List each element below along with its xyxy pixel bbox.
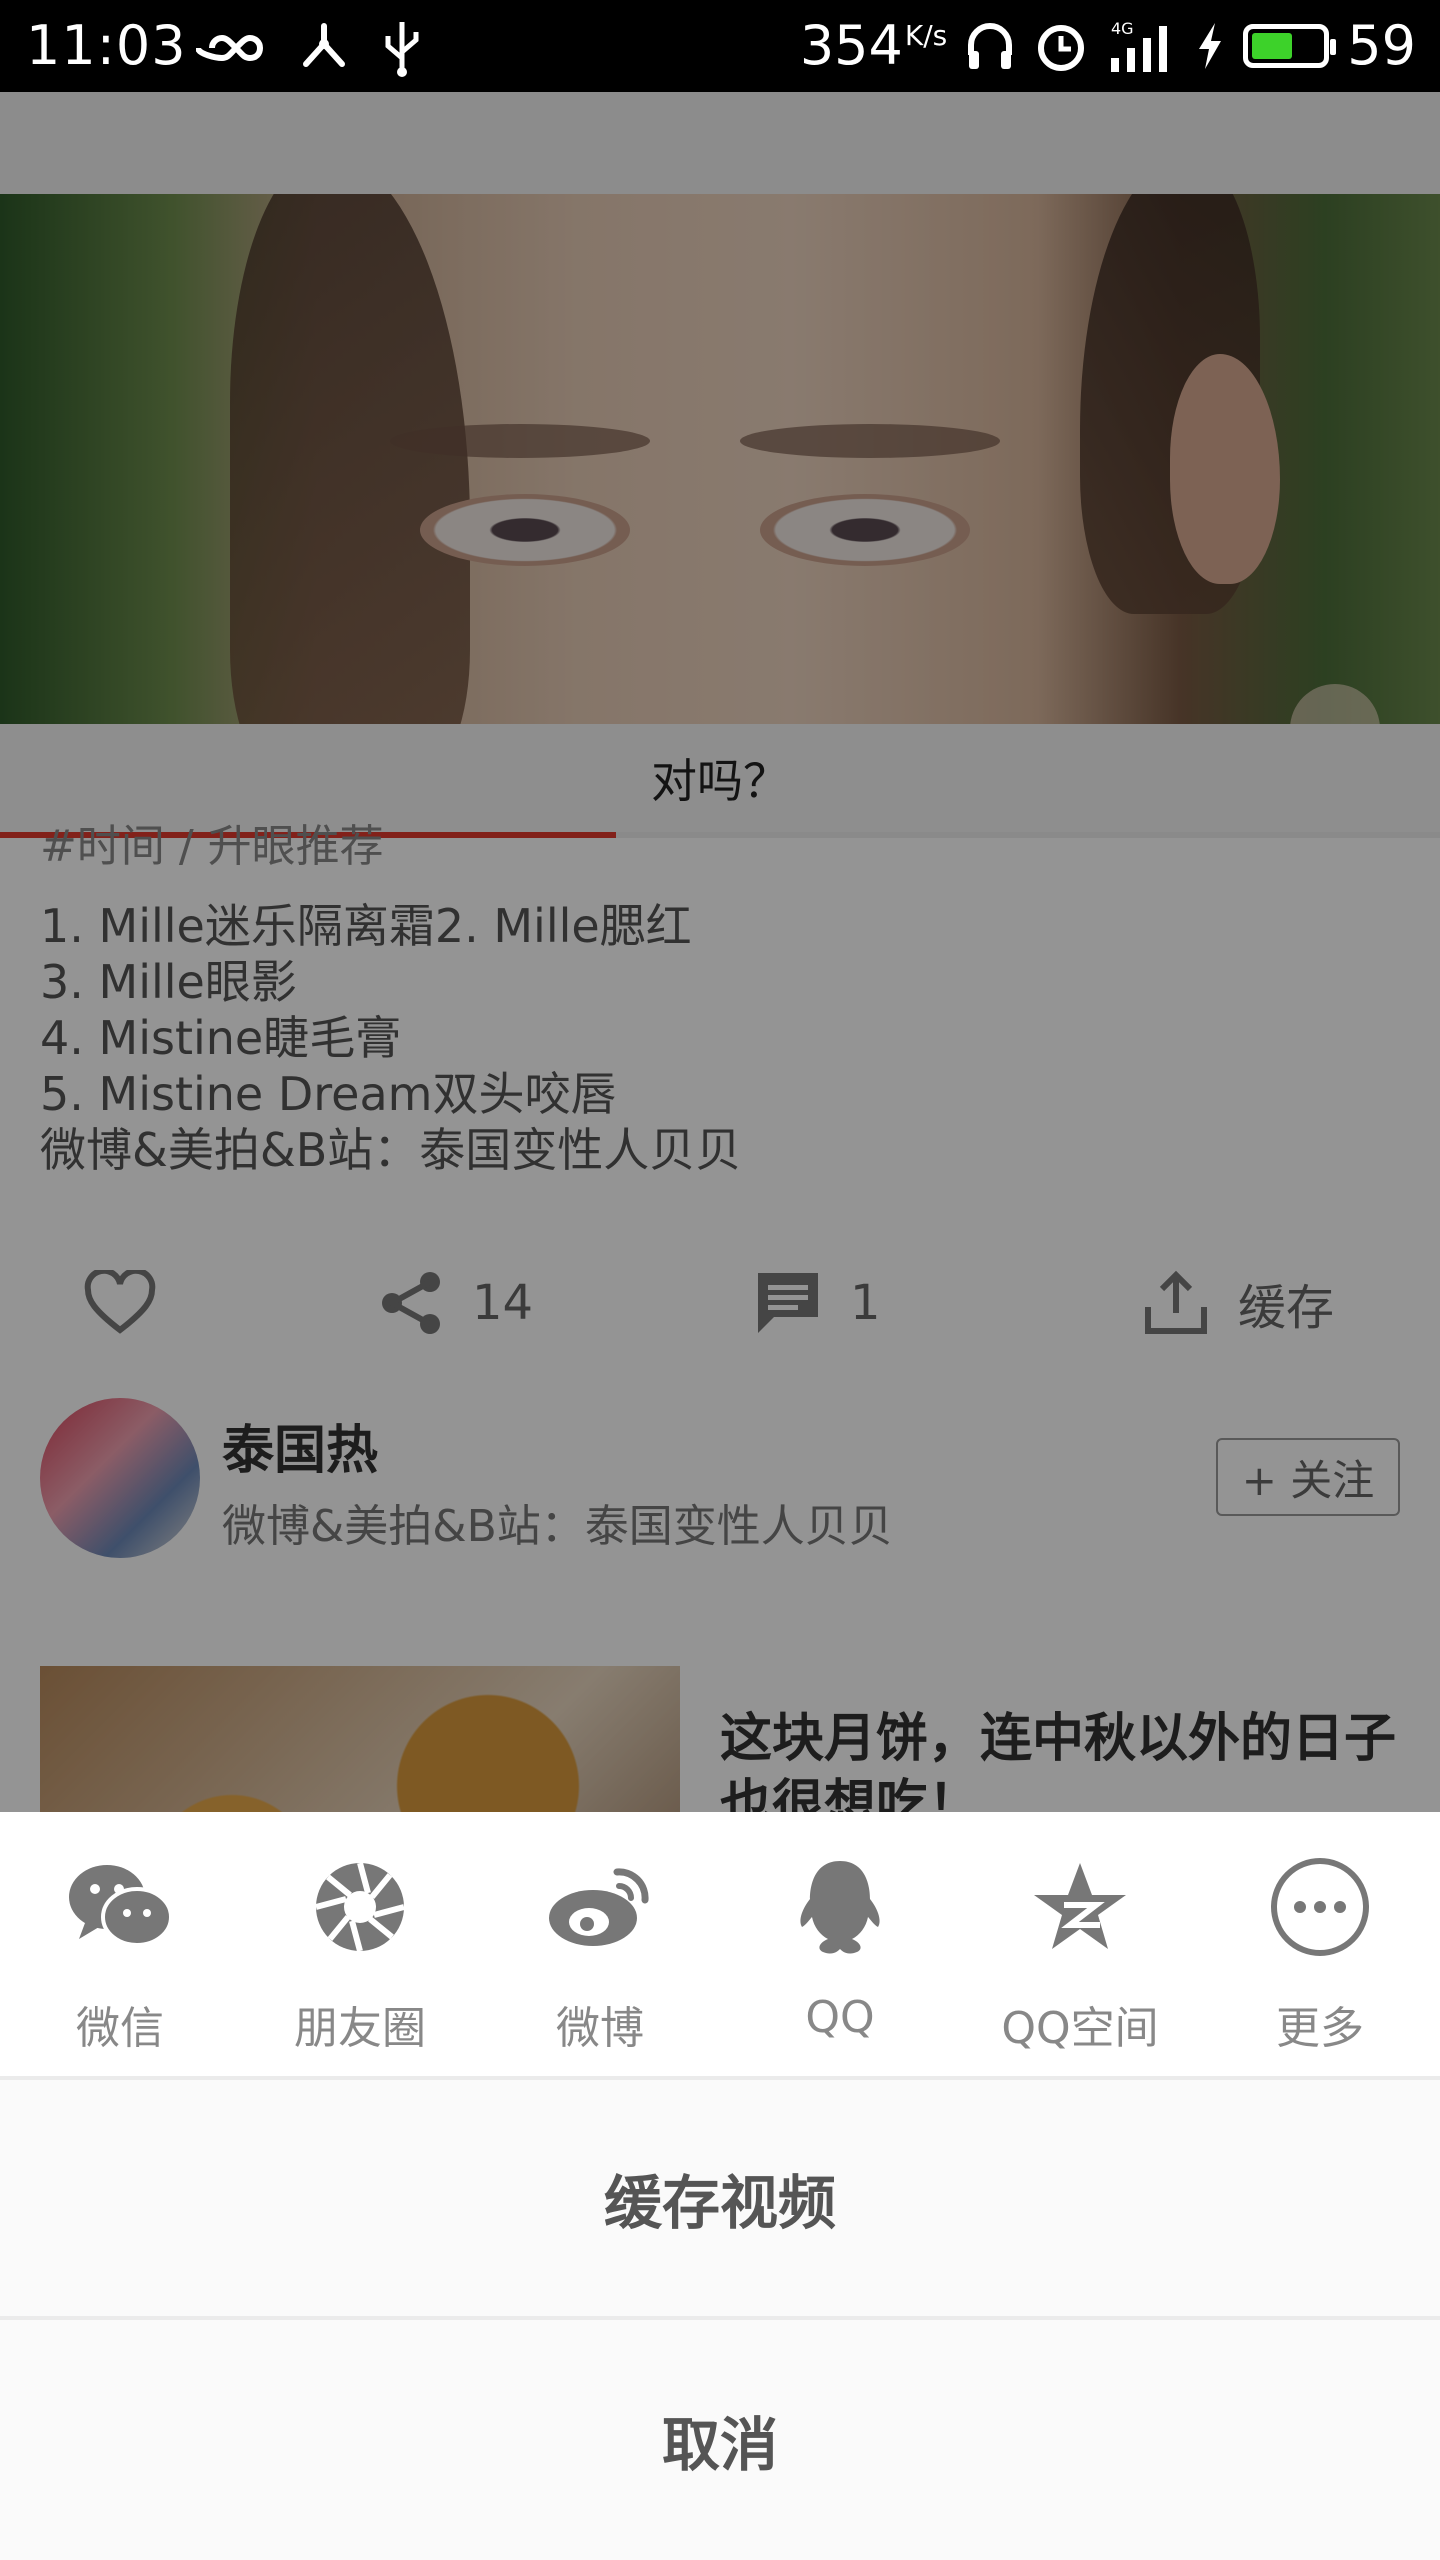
signal-4g-icon: 4G (1111, 19, 1168, 72)
qzone-icon (1025, 1852, 1135, 1962)
dim-overlay[interactable] (0, 92, 1440, 1812)
moments-icon (305, 1852, 415, 1962)
cancel-button[interactable]: 取消 (0, 2320, 1440, 2560)
status-right-icons: 354K/s 4G 59 (800, 14, 1416, 77)
share-weibo[interactable]: 微博 (480, 1812, 720, 2076)
wechat-icon (65, 1852, 175, 1962)
share-more[interactable]: 更多 (1200, 1812, 1440, 2076)
status-bar: 11:03 354K/s 4G 59 (0, 0, 1440, 92)
share-wechat[interactable]: 微信 (0, 1812, 240, 2076)
status-time: 11:03 (26, 14, 187, 77)
weibo-icon (545, 1852, 655, 1962)
share-sheet: 微信 朋友圈 微博 QQ QQ空间 更多 缓存视频 取消 (0, 1812, 1440, 2560)
share-label: 朋友圈 (294, 2003, 426, 2054)
share-label: 微博 (556, 2003, 644, 2054)
share-label: QQ (805, 1992, 875, 2043)
net-speed: 354K/s (799, 14, 948, 77)
more-icon (1265, 1852, 1375, 1962)
status-left-icons (196, 18, 422, 78)
battery-percent: 59 (1347, 14, 1416, 77)
network-share-icon (303, 23, 345, 67)
battery-icon (1243, 23, 1337, 68)
charging-icon (1199, 22, 1222, 69)
share-label: 更多 (1276, 2003, 1364, 2054)
usb-icon (385, 22, 419, 77)
alarm-icon (1038, 24, 1085, 71)
qq-icon (785, 1852, 895, 1962)
cache-video-button[interactable]: 缓存视频 (0, 2080, 1440, 2316)
share-label: 微信 (76, 2003, 164, 2054)
svg-text:4G: 4G (1111, 19, 1134, 38)
share-targets: 微信 朋友圈 微博 QQ QQ空间 更多 (0, 1812, 1440, 2076)
share-qq[interactable]: QQ (720, 1812, 960, 2076)
headphones-icon (968, 22, 1013, 69)
share-moments[interactable]: 朋友圈 (240, 1812, 480, 2076)
share-label: QQ空间 (1001, 2003, 1159, 2054)
share-qzone[interactable]: QQ空间 (960, 1812, 1200, 2076)
infinity-icon (196, 34, 264, 62)
